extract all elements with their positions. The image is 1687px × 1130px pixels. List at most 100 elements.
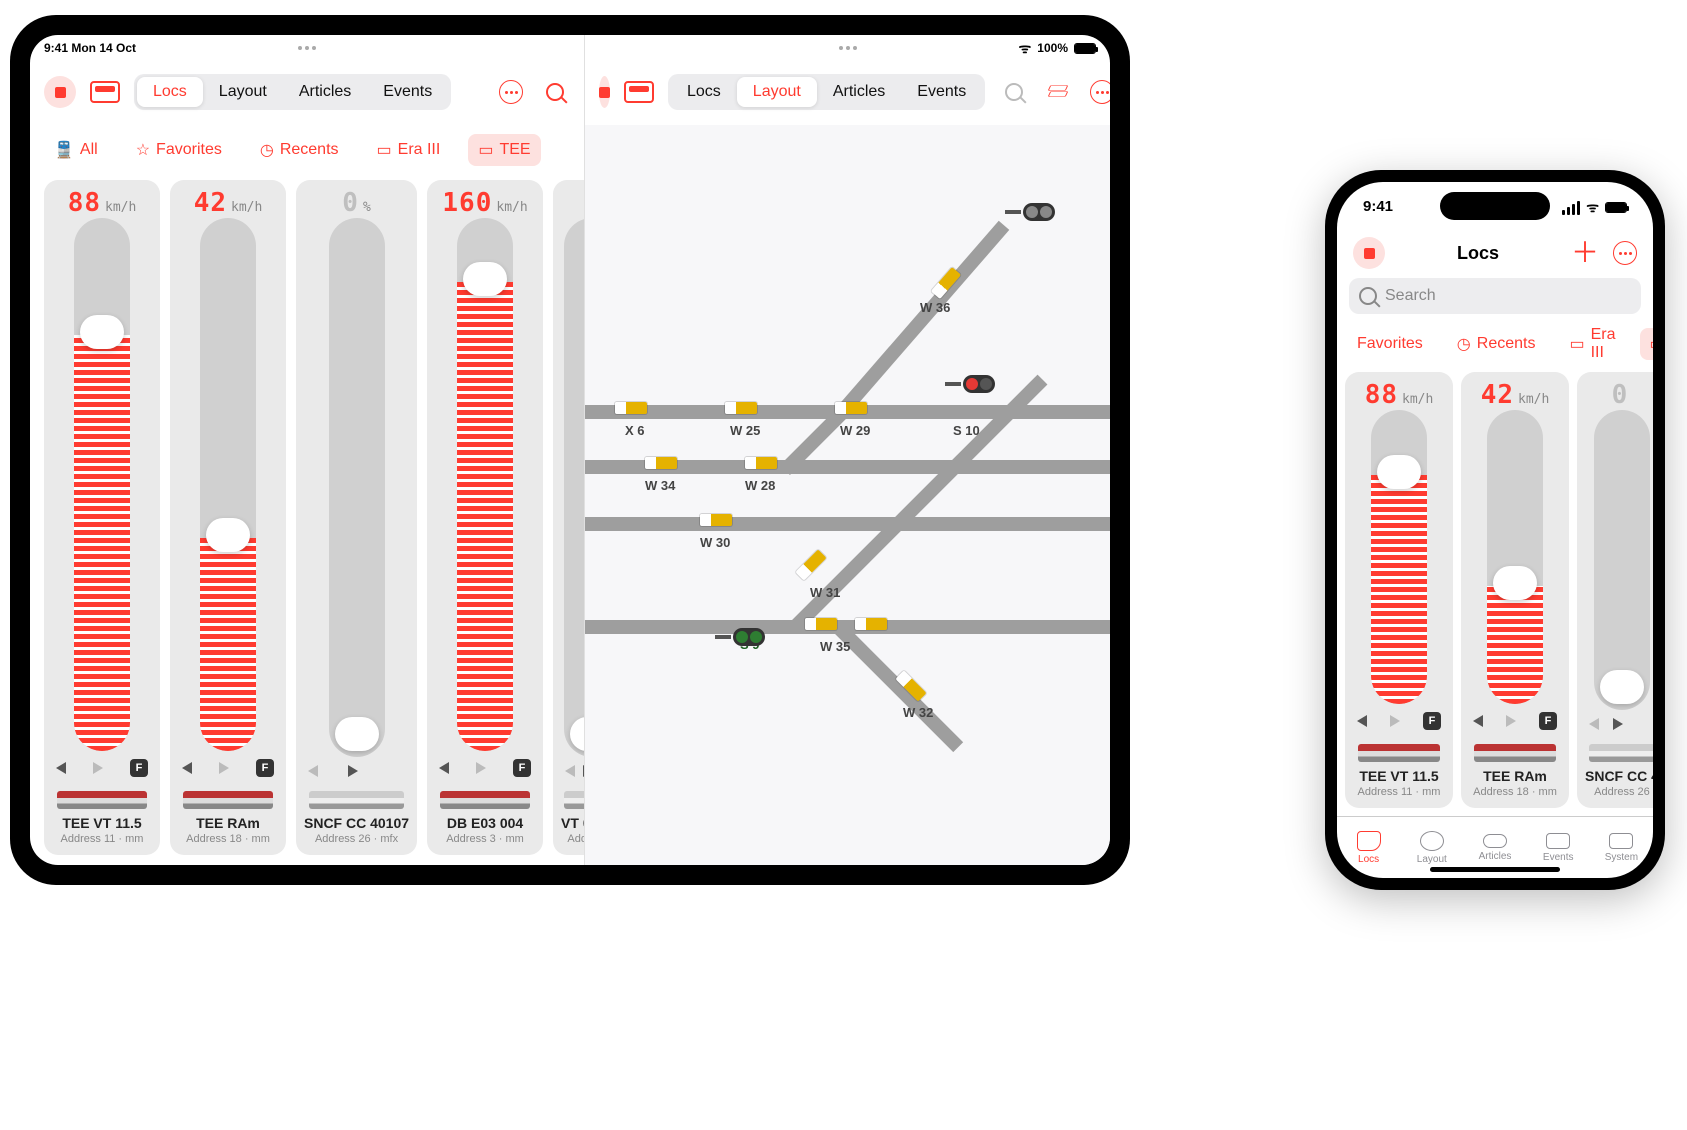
turnout-marker[interactable] <box>805 618 837 630</box>
signal-widget[interactable] <box>945 375 995 393</box>
throttle-thumb[interactable] <box>463 262 507 296</box>
turnout-marker[interactable] <box>615 402 647 414</box>
search-button[interactable] <box>540 77 570 107</box>
direction-left-button[interactable] <box>56 762 66 774</box>
direction-right-button[interactable] <box>93 762 103 774</box>
turnout-marker[interactable] <box>645 457 677 469</box>
turnout-marker[interactable] <box>855 618 887 630</box>
more-button[interactable] <box>1087 77 1110 107</box>
more-button[interactable] <box>1613 241 1637 265</box>
direction-left-button[interactable] <box>182 762 192 774</box>
direction-right-button[interactable] <box>219 762 229 774</box>
function-badge[interactable]: F <box>1423 712 1441 730</box>
throttle-thumb[interactable] <box>1600 670 1644 704</box>
direction-left-button[interactable] <box>1473 715 1483 727</box>
chip-era3[interactable]: ▭Era III <box>1559 322 1625 366</box>
direction-right-button[interactable] <box>348 765 358 777</box>
chip-label: Favorites <box>156 141 222 159</box>
turnout-marker[interactable] <box>700 514 732 526</box>
throttle-thumb[interactable] <box>1493 566 1537 600</box>
throttle-thumb[interactable] <box>206 518 250 552</box>
direction-right-button[interactable] <box>583 765 584 777</box>
loc-card[interactable]: 42km/hFTEE RAmAddress 18 · mm <box>1461 372 1569 808</box>
track-layout-canvas[interactable]: W 36 X 6 W 25 W 29 S 10 W 34 W 28 W 30 W… <box>585 125 1110 865</box>
stop-button[interactable] <box>44 76 76 108</box>
throttle-slider[interactable] <box>74 218 130 751</box>
chip-recents[interactable]: ◷Recents <box>250 134 349 166</box>
chip-label: Era III <box>1591 326 1616 362</box>
signal-widget[interactable] <box>1005 203 1055 221</box>
direction-row <box>304 765 409 777</box>
throttle-slider[interactable] <box>457 218 513 751</box>
throttle-slider[interactable] <box>200 218 256 751</box>
more-button[interactable] <box>496 77 526 107</box>
turnout-marker[interactable] <box>795 549 826 580</box>
loc-card[interactable]: 0SNCF CC 4Address 26 <box>1577 372 1653 808</box>
throttle-thumb[interactable] <box>1377 455 1421 489</box>
direction-left-button[interactable] <box>439 762 449 774</box>
chip-recents[interactable]: ◷Recents <box>1447 328 1546 360</box>
throttle-slider[interactable] <box>329 218 385 757</box>
tab-locs[interactable]: Locs <box>671 77 737 107</box>
chip-label: Recents <box>280 141 339 159</box>
throttle-thumb[interactable] <box>335 717 379 751</box>
loc-card[interactable]: VT 08.5 PAddress 4 <box>553 180 584 855</box>
direction-right-button[interactable] <box>1613 718 1623 730</box>
add-button[interactable]: ＋ <box>1571 239 1599 267</box>
direction-right-button[interactable] <box>1506 715 1516 727</box>
throttle-slider[interactable] <box>564 218 584 757</box>
chip-favorites[interactable]: ☆Favorites <box>126 134 232 166</box>
loc-card[interactable]: 0%SNCF CC 40107Address 26 · mfx <box>296 180 417 855</box>
loc-image <box>304 783 409 809</box>
direction-left-button[interactable] <box>1589 718 1599 730</box>
tab-layout[interactable]: Layout <box>737 77 817 107</box>
tab-layout[interactable]: Layout <box>203 77 283 107</box>
direction-left-button[interactable] <box>308 765 318 777</box>
loc-card[interactable]: 88km/hFTEE VT 11.5Address 11 · mm <box>1345 372 1453 808</box>
function-badge[interactable]: F <box>256 759 274 777</box>
loc-card[interactable]: 88km/hFTEE VT 11.5Address 11 · mm <box>44 180 160 855</box>
direction-left-button[interactable] <box>1357 715 1367 727</box>
wifi-icon: ᯤ <box>1019 39 1032 58</box>
throttle-thumb[interactable] <box>570 717 584 751</box>
function-badge[interactable]: F <box>513 759 531 777</box>
chip-tee[interactable]: ▭TEE <box>468 134 540 166</box>
stop-button[interactable] <box>599 76 610 108</box>
throttle-thumb[interactable] <box>80 315 124 349</box>
throttle-slider[interactable] <box>1371 410 1427 704</box>
function-badge[interactable]: F <box>1539 712 1557 730</box>
stop-button[interactable] <box>1353 237 1385 269</box>
signal-widget[interactable] <box>715 628 765 646</box>
loc-card[interactable]: 42km/hFTEE RAmAddress 18 · mm <box>170 180 286 855</box>
train-shell-button[interactable] <box>624 77 654 107</box>
turnout-marker[interactable] <box>835 402 867 414</box>
direction-right-button[interactable] <box>476 762 486 774</box>
search-field[interactable]: Search <box>1349 278 1641 314</box>
multitask-dots-icon[interactable] <box>298 46 316 50</box>
speed-unit: % <box>363 200 371 215</box>
tab-events[interactable]: Events <box>901 77 982 107</box>
tab-events[interactable]: Events <box>367 77 448 107</box>
throttle-slider[interactable] <box>1487 410 1543 704</box>
tab-locs[interactable]: Locs <box>1337 817 1400 878</box>
multitask-dots-icon[interactable] <box>839 46 857 50</box>
chip-tee[interactable]: ▭TEE <box>1640 328 1654 360</box>
train-shell-button[interactable] <box>90 77 120 107</box>
tab-locs[interactable]: Locs <box>137 77 203 107</box>
chip-all[interactable]: 🚆All <box>44 134 108 166</box>
tab-articles[interactable]: Articles <box>817 77 901 107</box>
chip-favorites[interactable]: Favorites <box>1347 329 1433 359</box>
turnout-marker[interactable] <box>745 457 777 469</box>
turnout-marker[interactable] <box>725 402 757 414</box>
layers-button[interactable] <box>1043 77 1073 107</box>
home-indicator[interactable] <box>1430 867 1560 872</box>
direction-left-button[interactable] <box>565 765 575 777</box>
tag-icon: ▭ <box>1650 334 1654 354</box>
tab-system[interactable]: System <box>1590 817 1653 878</box>
throttle-slider[interactable] <box>1594 410 1650 710</box>
tab-articles[interactable]: Articles <box>283 77 367 107</box>
function-badge[interactable]: F <box>130 759 148 777</box>
chip-era3[interactable]: ▭Era III <box>367 134 451 166</box>
loc-card[interactable]: 160km/hFDB E03 004Address 3 · mm <box>427 180 543 855</box>
direction-right-button[interactable] <box>1390 715 1400 727</box>
